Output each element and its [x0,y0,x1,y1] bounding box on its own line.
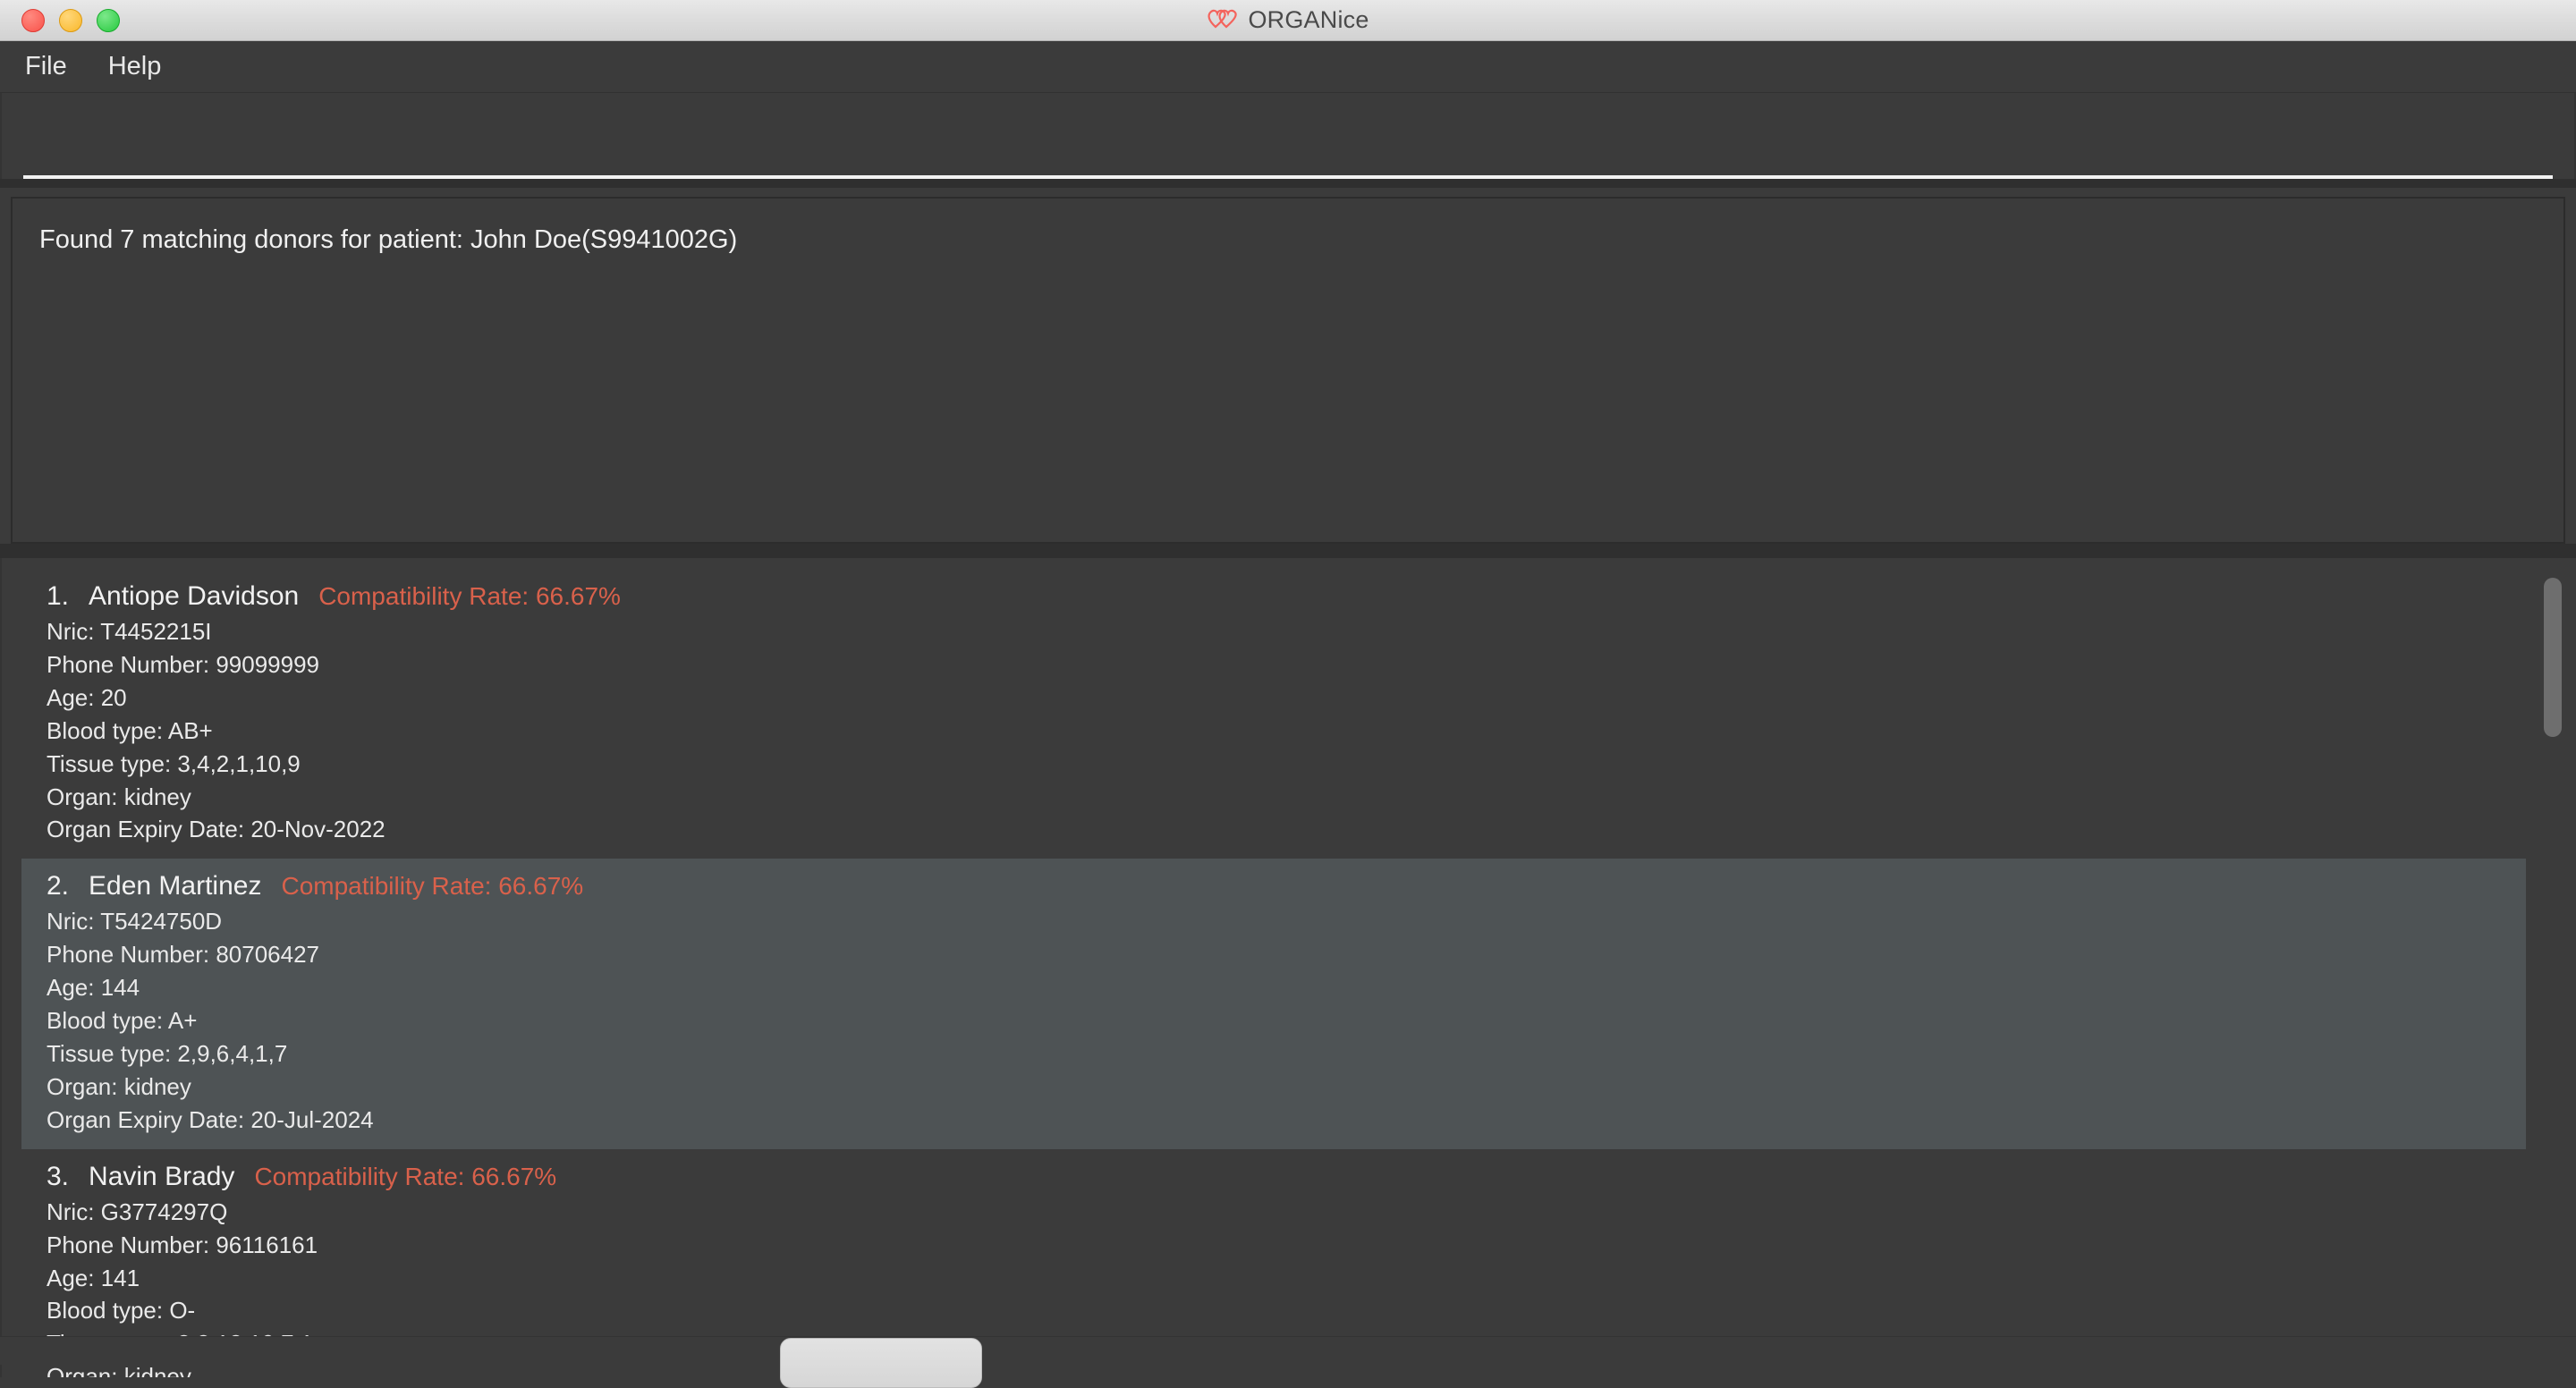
result-display-panel: Found 7 matching donors for patient: Joh… [11,197,2565,544]
donor-nric: Nric: T5424750D [47,905,2526,938]
maximize-window-button[interactable] [97,9,120,32]
donor-age: Age: 141 [47,1262,2526,1295]
donor-name: Eden Martinez [89,871,261,901]
donor-card[interactable]: 1. Antiope Davidson Compatibility Rate: 66… [21,569,2526,859]
window-title-group: ORGANice [0,6,2576,34]
donor-list-scrollbar[interactable] [2540,571,2563,1358]
donor-phone: Phone Number: 99099999 [47,648,2526,681]
donor-index: 2. [47,871,69,901]
donor-tissue-type: Tissue type: 3,4,2,1,10,9 [47,748,2526,781]
command-input-row [0,93,2576,179]
donor-compatibility-rate: Compatibility Rate: 66.67% [281,872,583,901]
donor-phone: Phone Number: 80706427 [47,938,2526,971]
donor-name: Navin Brady [89,1162,234,1192]
donor-organ: Organ: kidney [47,1071,2526,1104]
donor-age: Age: 144 [47,971,2526,1004]
donor-organ-expiry: Organ Expiry Date: 20-Nov-2022 [47,813,2526,846]
donor-list: 1. Antiope Davidson Compatibility Rate: 66… [21,569,2576,1377]
donor-index: 1. [47,581,69,612]
donor-blood-type: Blood type: O- [47,1294,2526,1327]
menubar: File Help [0,41,2576,93]
bottom-action-button[interactable] [780,1338,982,1388]
traffic-light-group [21,9,120,32]
menu-item-help[interactable]: Help [108,52,162,81]
donor-tissue-type: Tissue type: 2,9,6,4,1,7 [47,1037,2526,1071]
donor-header: 1. Antiope Davidson Compatibility Rate: 66… [47,581,2526,612]
donor-index: 3. [47,1162,69,1192]
divider-below-result [0,544,2576,558]
window-titlebar: ORGANice [0,0,2576,41]
donor-organ-expiry: Organ Expiry Date: 20-Jul-2024 [47,1104,2526,1137]
divider-below-command [0,179,2576,188]
donor-name: Antiope Davidson [89,581,299,612]
donor-blood-type: Blood type: A+ [47,1004,2526,1037]
result-message: Found 7 matching donors for patient: Joh… [39,224,2537,258]
donor-header: 3. Navin Brady Compatibility Rate: 66.67% [47,1162,2526,1192]
donor-nric: Nric: T4452215I [47,615,2526,648]
command-input[interactable] [23,123,2553,179]
donor-card[interactable]: 2. Eden Martinez Compatibility Rate: 66.67… [21,859,2526,1148]
double-heart-icon [1207,7,1237,33]
menu-item-file[interactable]: File [25,52,67,81]
donor-organ: Organ: kidney [47,781,2526,814]
bottom-strip [0,1336,2576,1365]
donor-nric: Nric: G3774297Q [47,1196,2526,1229]
close-window-button[interactable] [21,9,45,32]
donor-compatibility-rate: Compatibility Rate: 66.67% [254,1163,556,1191]
donor-header: 2. Eden Martinez Compatibility Rate: 66.67… [47,871,2526,901]
donor-blood-type: Blood type: AB+ [47,715,2526,748]
donor-list-panel[interactable]: 1. Antiope Davidson Compatibility Rate: 66… [0,558,2576,1377]
donor-age: Age: 20 [47,681,2526,715]
page-title: ORGANice [1248,6,1368,34]
donor-compatibility-rate: Compatibility Rate: 66.67% [318,582,621,611]
scrollbar-thumb[interactable] [2544,578,2562,737]
donor-phone: Phone Number: 96116161 [47,1229,2526,1262]
minimize-window-button[interactable] [59,9,82,32]
